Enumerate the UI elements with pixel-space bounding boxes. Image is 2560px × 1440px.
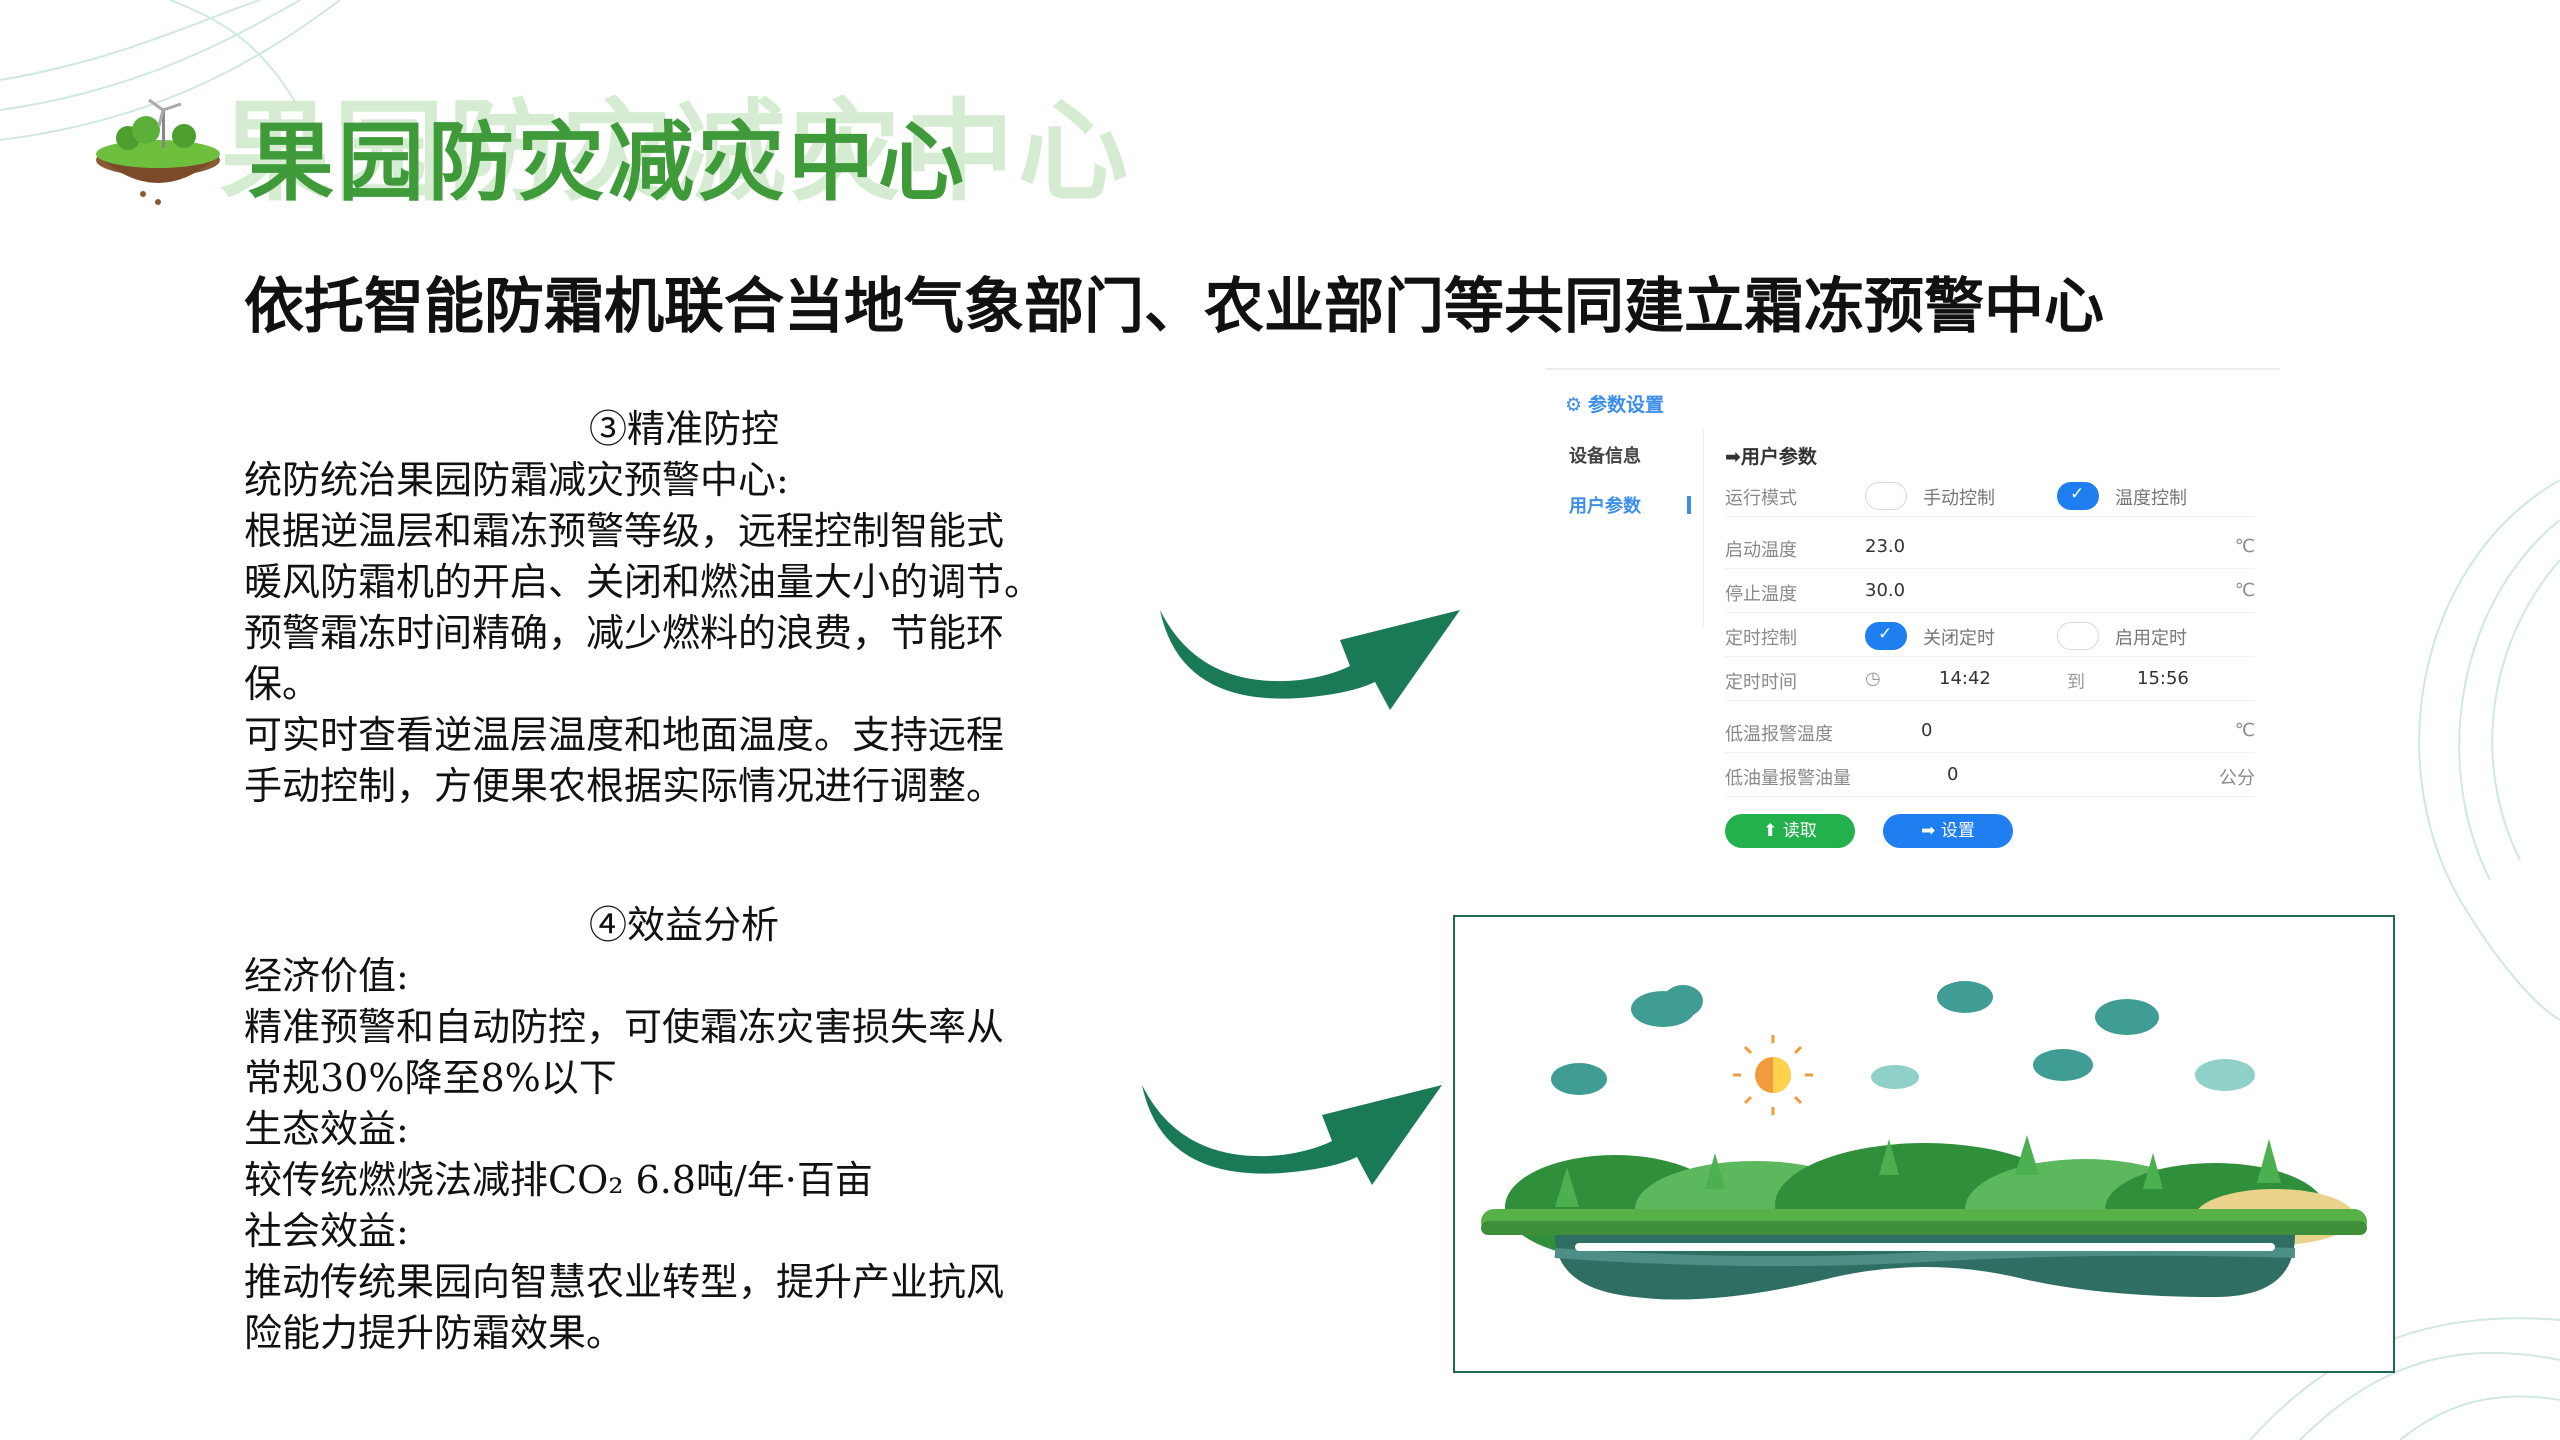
sidebar-item-user-params[interactable]: 用户参数	[1569, 492, 1641, 518]
slide-title: 果园防灾减灾中心	[248, 113, 968, 213]
low-temp-alarm-row: 低温报警温度 0 ℃	[1725, 712, 2255, 753]
clock-icon: ◷	[1865, 668, 1881, 689]
panel-title: ⚙ 参数设置	[1565, 390, 1664, 417]
set-button-label: 设置	[1940, 821, 1975, 841]
run-mode-label: 运行模式	[1725, 488, 1797, 509]
temp-unit: ℃	[2234, 536, 2255, 557]
timer-time-label: 定时时间	[1725, 672, 1797, 693]
section-heading: ④效益分析	[588, 903, 779, 947]
eco-landscape-illustration	[1453, 915, 2395, 1373]
section-heading: ③精准防控	[588, 407, 779, 451]
curved-arrow-icon	[1142, 1085, 1442, 1185]
text-line: 统防统治果园防霜减灾预警中心:	[244, 458, 789, 502]
active-indicator	[1687, 496, 1691, 514]
set-button[interactable]: ➡ 设置	[1883, 814, 2013, 848]
sun-icon	[1733, 1035, 1813, 1115]
panel-title-label: 参数设置	[1588, 394, 1665, 416]
temperature-control-label: 温度控制	[2115, 488, 2187, 509]
text-line: 手动控制，方便果农根据实际情况进行调整。	[244, 764, 1005, 808]
low-temp-alarm-label: 低温报警温度	[1725, 724, 1833, 745]
benefit-analysis-section: ④效益分析 经济价值: 精准预警和自动防控，可使霜冻灾害损失率从 常规30%降至…	[244, 900, 1144, 1359]
run-mode-row: 运行模式 手动控制 温度控制	[1725, 476, 2255, 517]
text-line: 保。	[244, 662, 321, 706]
text-line: 精准预警和自动防控，可使霜冻灾害损失率从	[244, 1005, 1005, 1049]
timer-on-label: 启用定时	[2115, 628, 2187, 649]
gear-icon: ⚙	[1565, 394, 1583, 416]
timer-off-radio[interactable]	[1865, 622, 1907, 650]
timer-control-label: 定时控制	[1725, 628, 1797, 649]
low-oil-alarm-label: 低油量报警油量	[1725, 768, 1851, 789]
text-line: 社会效益:	[244, 1209, 409, 1253]
slide-subtitle: 依托智能防霜机联合当地气象部门、农业部门等共同建立霜冻预警中心	[244, 272, 2104, 342]
text-line: 常规30%降至8%以下	[244, 1056, 617, 1100]
stop-temp-input[interactable]: 30.0	[1865, 580, 1905, 601]
arrow-right-icon: ➡	[1921, 821, 1941, 841]
upload-icon: ⬆	[1763, 821, 1783, 841]
manual-control-radio[interactable]	[1865, 482, 1907, 510]
time-start-input[interactable]: 14:42	[1939, 668, 1991, 689]
stop-temp-row: 停止温度 30.0 ℃	[1725, 572, 2255, 613]
oil-unit: 公分	[2219, 768, 2255, 789]
temp-unit: ℃	[2234, 720, 2255, 741]
text-line: 暖风防霜机的开启、关闭和燃油量大小的调节。	[244, 560, 1043, 604]
timer-time-row: 定时时间 ◷ 14:42 到 15:56	[1725, 660, 2255, 701]
text-line: 经济价值:	[244, 954, 409, 998]
text-line: 预警霜冻时间精确，减少燃料的浪费，节能环	[244, 611, 1005, 655]
low-oil-alarm-input[interactable]: 0	[1947, 764, 1958, 785]
start-temp-row: 启动温度 23.0 ℃	[1725, 528, 2255, 569]
low-temp-alarm-input[interactable]: 0	[1921, 720, 1932, 741]
timer-on-radio[interactable]	[2057, 622, 2099, 650]
panel-sidebar: 设备信息 用户参数	[1545, 428, 1704, 628]
settings-panel: ⚙参数设置 设备信息 用户参数 ➡用户参数 运行模式 手动控制 温度控制 启动温…	[1545, 368, 2280, 868]
temperature-control-radio[interactable]	[2057, 482, 2099, 510]
text-line: 可实时查看逆温层温度和地面温度。支持远程	[244, 713, 1005, 757]
read-button[interactable]: ⬆ 读取	[1725, 814, 1855, 848]
time-to-label: 到	[2067, 672, 2085, 693]
low-oil-alarm-row: 低油量报警油量 0 公分	[1725, 756, 2255, 797]
time-end-input[interactable]: 15:56	[2137, 668, 2189, 689]
timer-control-row: 定时控制 关闭定时 启用定时	[1725, 616, 2255, 657]
temp-unit: ℃	[2234, 580, 2255, 601]
text-line: 险能力提升防霜效果。	[244, 1311, 625, 1355]
precise-control-section: ③精准防控 统防统治果园防霜减灾预警中心: 根据逆温层和霜冻预警等级，远程控制智…	[244, 404, 1144, 812]
user-params-title: ➡用户参数	[1725, 446, 1817, 468]
start-temp-label: 启动温度	[1725, 540, 1797, 561]
manual-control-label: 手动控制	[1923, 488, 1995, 509]
text-line: 较传统燃烧法减排CO₂ 6.8吨/年·百亩	[244, 1158, 873, 1202]
text-line: 推动传统果园向智慧农业转型，提升产业抗风	[244, 1260, 1005, 1304]
stop-temp-label: 停止温度	[1725, 584, 1797, 605]
text-line: 根据逆温层和霜冻预警等级，远程控制智能式	[244, 509, 1005, 553]
text-line: 生态效益:	[244, 1107, 409, 1151]
start-temp-input[interactable]: 23.0	[1865, 536, 1905, 557]
read-button-label: 读取	[1782, 821, 1817, 841]
sidebar-item-device-info[interactable]: 设备信息	[1569, 442, 1641, 468]
timer-off-label: 关闭定时	[1923, 628, 1995, 649]
island-logo-icon	[96, 98, 220, 205]
curved-arrow-icon	[1160, 610, 1460, 710]
